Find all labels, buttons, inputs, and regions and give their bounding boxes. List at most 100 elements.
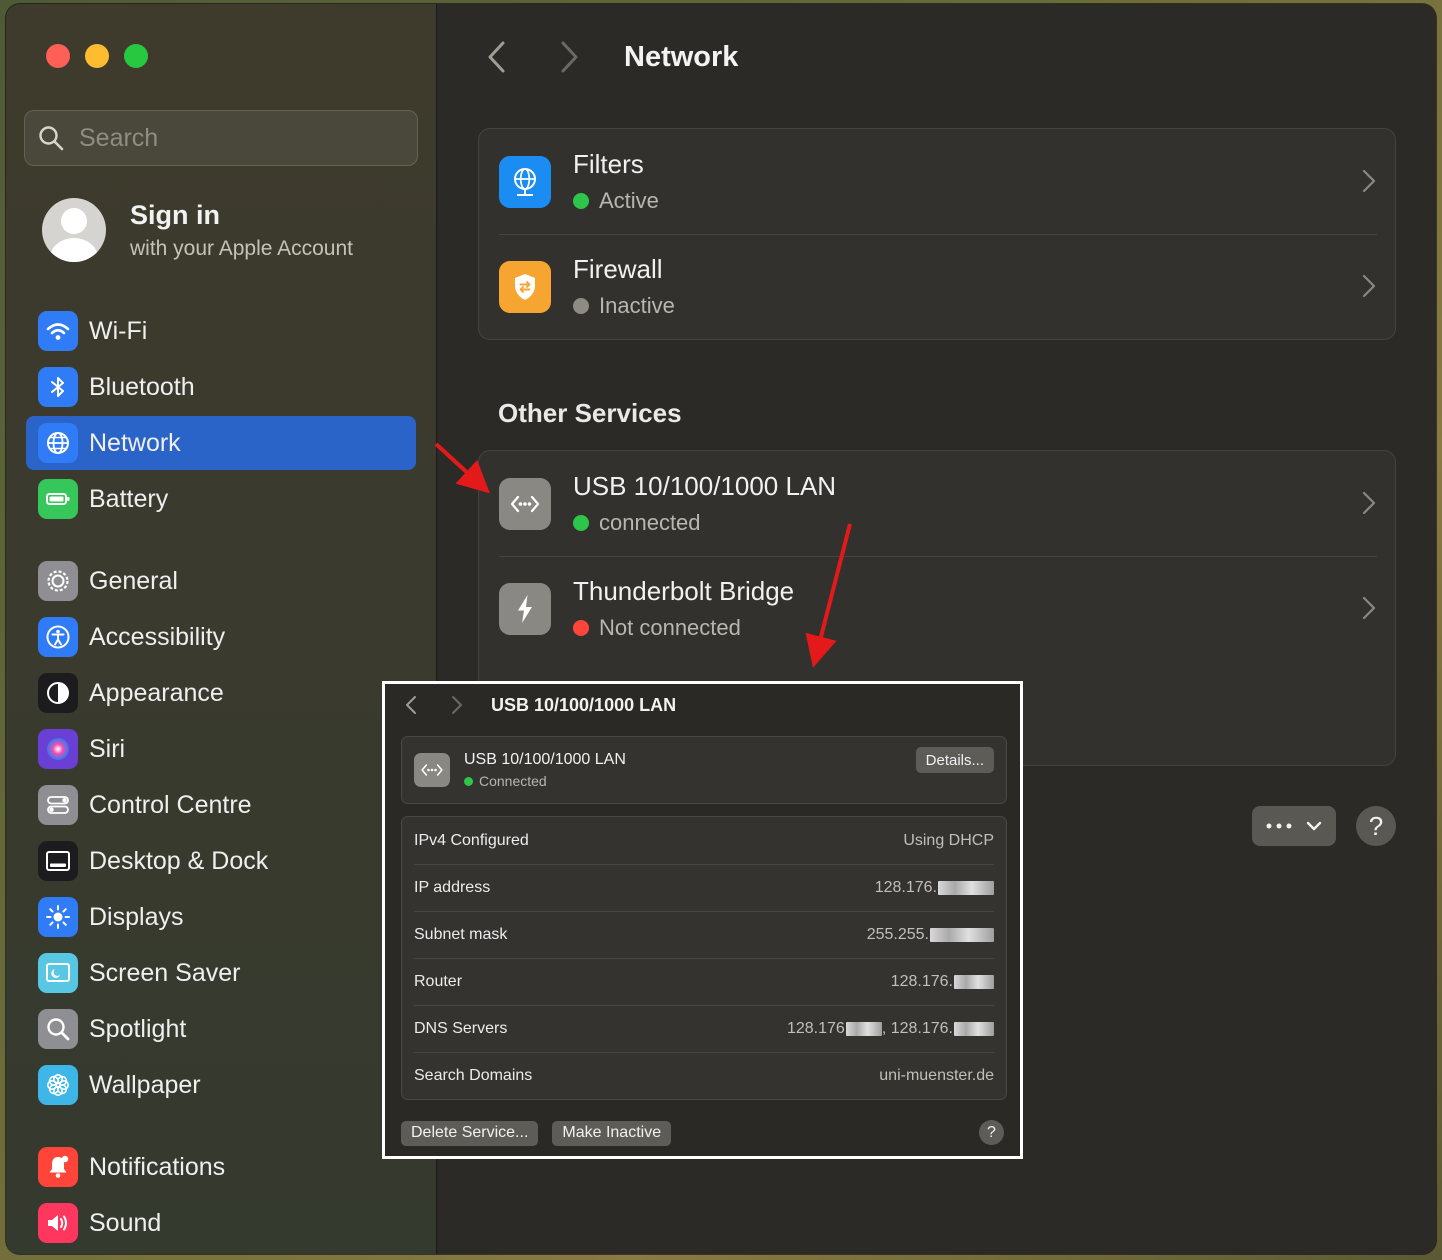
sidebar-item-label: Appearance (89, 678, 224, 707)
apple-account[interactable]: Sign in with your Apple Account (42, 198, 353, 262)
detail-footer: Delete Service... Make Inactive ? (401, 1120, 1004, 1146)
sidebar-item-wi-fi[interactable]: Wi-Fi (26, 304, 416, 358)
sidebar-item-label: Accessibility (89, 622, 226, 651)
service-row-usb-10-100-1000-lan[interactable]: USB 10/100/1000 LAN connected (479, 451, 1395, 556)
more-actions-button[interactable] (1252, 806, 1336, 846)
minimize-button[interactable] (85, 44, 109, 68)
service-status: Inactive (573, 293, 675, 319)
service-title: Filters (573, 149, 644, 179)
service-status-label: Not connected (599, 615, 741, 640)
accessibility-icon (38, 617, 78, 657)
detail-status-label: Connected (479, 773, 547, 789)
status-dot (573, 515, 589, 531)
chevron-right-icon (1362, 596, 1376, 620)
detail-header: USB 10/100/1000 LAN (385, 684, 1020, 726)
sidebar-item-spotlight[interactable]: Spotlight (26, 1002, 416, 1056)
service-text: Thunderbolt Bridge Not connected (573, 576, 794, 641)
service-row-thunderbolt-bridge[interactable]: Thunderbolt Bridge Not connected (479, 556, 1395, 661)
service-text: Firewall Inactive (573, 254, 675, 319)
sidebar: Sign in with your Apple Account Wi-Fi Blu… (6, 4, 437, 1254)
service-title: Thunderbolt Bridge (573, 576, 795, 606)
sidebar-item-bluetooth[interactable]: Bluetooth (26, 360, 416, 414)
service-text: Filters Active (573, 149, 659, 214)
ellipsis-icon (1266, 823, 1292, 829)
globe-icon (38, 423, 78, 463)
sidebar-item-accessibility[interactable]: Accessibility (26, 610, 416, 664)
search-input[interactable] (79, 123, 379, 153)
chevron-right-icon (1362, 274, 1376, 298)
page-title: Network (624, 40, 739, 73)
sidebar-item-sound[interactable]: Sound (26, 1196, 416, 1250)
info-row-search-domains: Search Domains uni-muenster.de (402, 1052, 1006, 1099)
sidebar-item-label: General (89, 566, 178, 595)
toolbar: Network (438, 34, 738, 80)
sidebar-item-screen-saver[interactable]: Screen Saver (26, 946, 416, 1000)
spotlight-icon (38, 1009, 78, 1049)
info-value-text: 128.176. (890, 972, 953, 990)
ethernet-icon (414, 753, 450, 787)
sidebar-item-label: Sound (89, 1208, 162, 1237)
delete-service-button[interactable]: Delete Service... (401, 1120, 539, 1146)
control-centre-icon (38, 785, 78, 825)
service-row-filters[interactable]: Filters Active (479, 129, 1395, 234)
back-button[interactable] (474, 34, 520, 80)
chevron-left-icon (488, 41, 505, 73)
sidebar-item-battery[interactable]: Battery (26, 472, 416, 526)
sidebar-item-appearance[interactable]: Appearance (26, 666, 416, 720)
search-field[interactable] (24, 110, 418, 166)
service-row-firewall[interactable]: Firewall Inactive (479, 234, 1395, 339)
info-value: 128.176 , 128.176. (787, 1020, 994, 1038)
service-title: USB 10/100/1000 LAN (573, 471, 837, 501)
screen-saver-icon (38, 953, 78, 993)
sidebar-group-notifications: Notifications Sound (26, 1140, 416, 1252)
sidebar-item-label: Displays (89, 902, 184, 931)
sidebar-item-siri[interactable]: Siri (26, 722, 416, 776)
redacted-value (954, 1021, 994, 1036)
status-dot (573, 193, 589, 209)
account-subtitle: with your Apple Account (130, 236, 353, 260)
info-row-ipv4-configured: IPv4 Configured Using DHCP (402, 817, 1006, 864)
service-text: USB 10/100/1000 LAN connected (573, 471, 836, 536)
detail-forward-button[interactable] (443, 691, 471, 719)
close-button[interactable] (46, 44, 70, 68)
info-value-text: 128.176. (874, 878, 937, 896)
info-label: IP address (414, 878, 491, 896)
sidebar-item-desktop-dock[interactable]: Desktop & Dock (26, 834, 416, 888)
window-controls (46, 44, 148, 68)
make-inactive-button[interactable]: Make Inactive (552, 1120, 672, 1146)
detail-title: USB 10/100/1000 LAN (491, 694, 677, 715)
bluetooth-icon (38, 367, 78, 407)
gear-icon (38, 561, 78, 601)
info-value-text-2: , 128.176. (881, 1019, 953, 1037)
sidebar-item-general[interactable]: General (26, 554, 416, 608)
avatar (42, 198, 106, 262)
detail-back-button[interactable] (397, 691, 425, 719)
sidebar-item-label: Siri (89, 734, 126, 763)
battery-icon (38, 479, 78, 519)
chevron-left-icon (406, 696, 416, 714)
account-title: Sign in (130, 199, 220, 230)
sidebar-item-label: Spotlight (89, 1014, 187, 1043)
detail-service-title: USB 10/100/1000 LAN (464, 751, 626, 768)
detail-service-status: Connected (464, 773, 626, 789)
sidebar-item-network[interactable]: Network (26, 416, 416, 470)
sidebar-item-displays[interactable]: Displays (26, 890, 416, 944)
forward-button[interactable] (546, 34, 592, 80)
info-value: 128.176. (891, 973, 994, 991)
sidebar-group-connectivity: Wi-Fi Bluetooth Network Battery (26, 304, 416, 528)
displays-icon (38, 897, 78, 937)
sidebar-item-control-centre[interactable]: Control Centre (26, 778, 416, 832)
sidebar-group-system: General Accessibility Appearance Siri Contro… (26, 554, 416, 1114)
ethernet-icon (499, 477, 551, 530)
security-card: Filters Active Firewall Inactive (478, 128, 1396, 340)
sidebar-item-label: Desktop & Dock (89, 846, 269, 875)
sidebar-item-notifications[interactable]: Notifications (26, 1140, 416, 1194)
siri-icon (38, 729, 78, 769)
zoom-button[interactable] (124, 44, 148, 68)
help-button[interactable]: ? (1356, 806, 1396, 846)
info-row-router: Router 128.176. (402, 958, 1006, 1005)
info-row-subnet-mask: Subnet mask 255.255. (402, 911, 1006, 958)
sidebar-item-wallpaper[interactable]: Wallpaper (26, 1058, 416, 1112)
detail-help-button[interactable]: ? (979, 1120, 1004, 1145)
details-button[interactable]: Details... (915, 747, 994, 773)
